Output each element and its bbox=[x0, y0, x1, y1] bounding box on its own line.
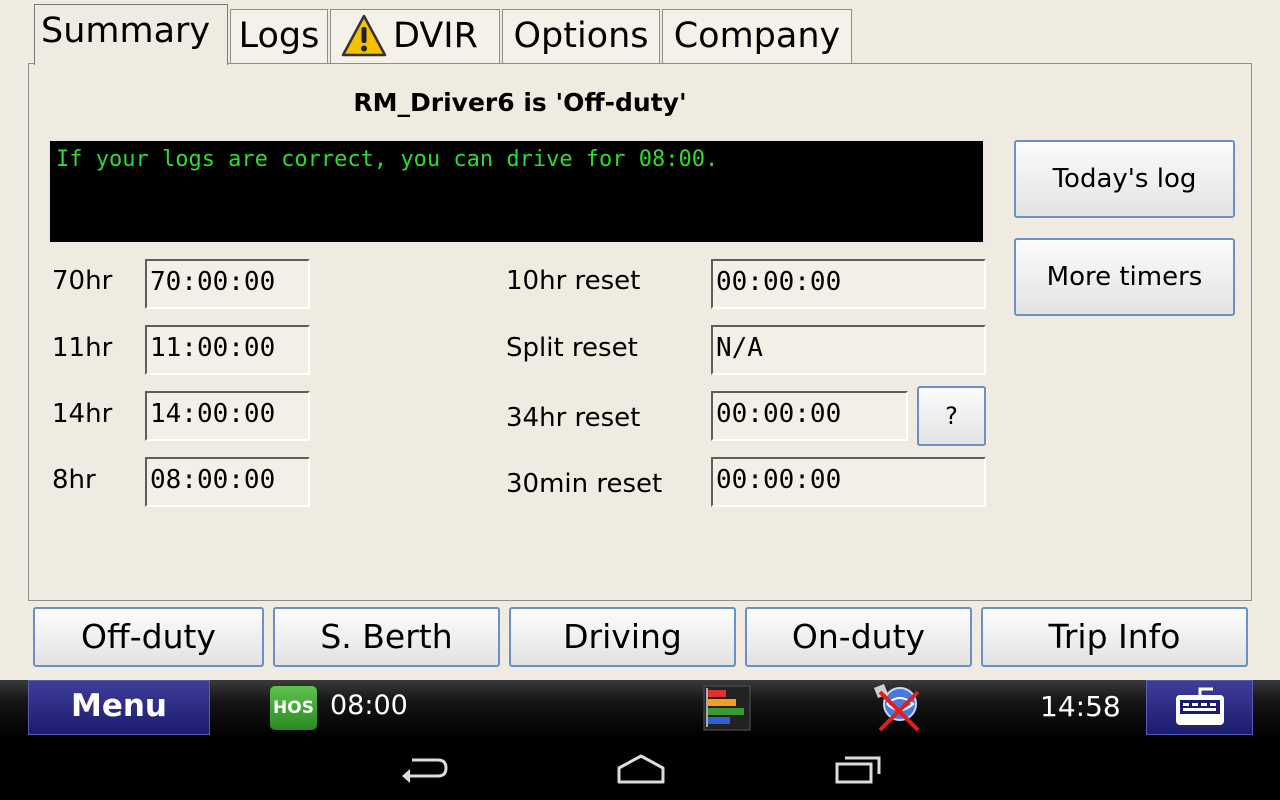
tab-dvir-label: DVIR bbox=[393, 16, 478, 56]
keyboard-button[interactable] bbox=[1146, 680, 1253, 735]
tab-options[interactable]: Options bbox=[502, 9, 660, 63]
hos-remaining-time: 08:00 bbox=[330, 690, 408, 721]
timer-field-8hr: 08:00:00 bbox=[145, 457, 310, 507]
back-icon[interactable] bbox=[398, 754, 450, 790]
timer-field-14hr: 14:00:00 bbox=[145, 391, 310, 441]
keyboard-icon bbox=[1176, 687, 1224, 725]
trip-info-button[interactable]: Trip Info bbox=[981, 607, 1248, 667]
34hr-reset-help-button[interactable]: ? bbox=[917, 386, 986, 446]
timer-label-34hr-reset: 34hr reset bbox=[506, 403, 641, 433]
timer-field-split-reset: N/A bbox=[711, 325, 986, 375]
timer-label-30min-reset: 30min reset bbox=[506, 469, 663, 499]
timer-field-34hr-reset: 00:00:00 bbox=[711, 391, 908, 441]
timer-label-10hr-reset: 10hr reset bbox=[506, 266, 641, 296]
timer-label-14hr: 14hr bbox=[52, 399, 113, 429]
timer-label-11hr: 11hr bbox=[52, 333, 113, 363]
tab-logs[interactable]: Logs bbox=[230, 9, 328, 63]
driving-button[interactable]: Driving bbox=[509, 607, 736, 667]
clock: 14:58 bbox=[1040, 690, 1121, 723]
bar-chart-icon[interactable] bbox=[703, 684, 751, 732]
tab-dvir[interactable]: DVIR bbox=[330, 9, 500, 63]
tab-company[interactable]: Company bbox=[662, 9, 852, 63]
drive-time-message: If your logs are correct, you can drive … bbox=[48, 139, 985, 244]
timer-label-split-reset: Split reset bbox=[506, 333, 638, 363]
timer-field-11hr: 11:00:00 bbox=[145, 325, 310, 375]
off-duty-button[interactable]: Off-duty bbox=[33, 607, 264, 667]
hos-badge[interactable]: HOS bbox=[270, 686, 317, 730]
sleeper-berth-button[interactable]: S. Berth bbox=[273, 607, 500, 667]
timer-label-8hr: 8hr bbox=[52, 465, 96, 495]
no-connection-icon[interactable] bbox=[870, 682, 924, 734]
tab-summary[interactable]: Summary bbox=[34, 4, 228, 65]
hos-app-window: Summary Logs DVIR Options Company RM_Dri… bbox=[0, 0, 1280, 680]
todays-log-button[interactable]: Today's log bbox=[1014, 140, 1235, 218]
menu-button[interactable]: Menu bbox=[28, 680, 210, 735]
timer-field-70hr: 70:00:00 bbox=[145, 259, 310, 309]
driver-status-title: RM_Driver6 is 'Off-duty' bbox=[353, 88, 687, 117]
android-navigation-bar bbox=[0, 738, 1280, 800]
home-icon[interactable] bbox=[615, 752, 667, 790]
timer-field-10hr-reset: 00:00:00 bbox=[711, 259, 986, 309]
on-duty-button[interactable]: On-duty bbox=[745, 607, 972, 667]
more-timers-button[interactable]: More timers bbox=[1014, 238, 1235, 316]
recent-apps-icon[interactable] bbox=[833, 752, 883, 790]
timer-label-70hr: 70hr bbox=[52, 266, 113, 296]
timer-field-30min-reset: 00:00:00 bbox=[711, 457, 986, 507]
